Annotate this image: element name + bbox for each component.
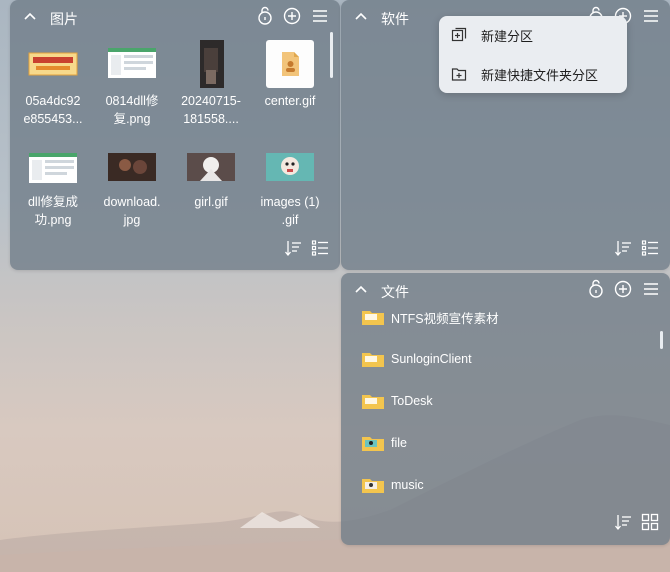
folder-icon xyxy=(362,437,384,451)
folder-icon xyxy=(362,311,384,325)
file-item[interactable]: center.gif xyxy=(252,40,328,110)
file-item[interactable]: images (1) .gif xyxy=(252,145,328,229)
grid-view-icon[interactable] xyxy=(641,513,659,531)
folder-icon xyxy=(362,479,384,493)
lock-icon[interactable] xyxy=(255,6,275,26)
scrollbar[interactable] xyxy=(330,32,333,78)
folder-item[interactable]: ToDesk xyxy=(361,390,433,412)
file-item[interactable]: 0814dll修 复.png xyxy=(94,40,170,128)
collapse-chevron-icon[interactable] xyxy=(353,9,369,25)
add-icon[interactable] xyxy=(282,6,302,26)
folder-item[interactable]: file xyxy=(361,432,407,454)
add-icon[interactable] xyxy=(613,279,633,299)
collapse-chevron-icon[interactable] xyxy=(353,282,369,298)
file-item[interactable]: dll修复成 功.png xyxy=(15,145,91,229)
folder-item[interactable]: NTFS视频宣传素材 xyxy=(361,306,499,328)
sort-icon[interactable] xyxy=(284,239,302,257)
sort-icon[interactable] xyxy=(614,513,632,531)
portrait-photo-thumbnail xyxy=(200,40,224,88)
list-view-icon[interactable] xyxy=(311,239,329,257)
new-folder-partition-icon xyxy=(451,68,467,81)
collapse-chevron-icon[interactable] xyxy=(22,9,38,25)
menu-icon[interactable] xyxy=(641,279,661,299)
new-partition-icon xyxy=(451,27,467,42)
menu-item-new-partition[interactable]: 新建分区 xyxy=(439,18,627,52)
gif-file-thumbnail xyxy=(266,40,314,88)
cartoon-image-thumbnail xyxy=(266,153,314,181)
menu-icon[interactable] xyxy=(310,6,330,26)
folder-icon xyxy=(362,395,384,409)
folder-item[interactable]: music xyxy=(361,474,424,496)
anime-image-thumbnail xyxy=(187,153,235,181)
dark-photo-thumbnail xyxy=(108,153,156,181)
fence-title: 文件 xyxy=(381,284,409,300)
folder-item[interactable]: SunloginClient xyxy=(361,348,472,370)
folder-icon xyxy=(362,353,384,367)
file-item[interactable]: download. jpg xyxy=(94,145,170,229)
menu-icon[interactable] xyxy=(641,6,661,26)
fence-header: 文件 xyxy=(341,273,670,307)
sort-icon[interactable] xyxy=(614,239,632,257)
pictures-fence[interactable]: 图片 05a4dc92 e855453... 0814dll修 复.png 20… xyxy=(10,0,340,270)
file-item[interactable]: 05a4dc92 e855453... xyxy=(15,40,91,128)
screenshot-thumbnail xyxy=(29,153,77,183)
files-fence[interactable]: 文件 NTFS视频宣传素材 SunloginClient ToDesk file… xyxy=(341,273,670,545)
screenshot-thumbnail xyxy=(108,48,156,78)
lock-icon[interactable] xyxy=(586,279,606,299)
file-item[interactable]: girl.gif xyxy=(173,145,249,211)
context-menu: 新建分区 新建快捷文件夹分区 xyxy=(439,16,627,93)
fence-title: 图片 xyxy=(50,11,78,27)
file-item[interactable]: 20240715- 181558.... xyxy=(173,40,249,128)
fence-header: 图片 xyxy=(10,0,340,34)
scrollbar[interactable] xyxy=(660,331,663,349)
banner-thumbnail xyxy=(28,52,78,76)
menu-item-new-folder-partition[interactable]: 新建快捷文件夹分区 xyxy=(439,57,627,91)
fence-title: 软件 xyxy=(381,11,409,27)
list-view-icon[interactable] xyxy=(641,239,659,257)
